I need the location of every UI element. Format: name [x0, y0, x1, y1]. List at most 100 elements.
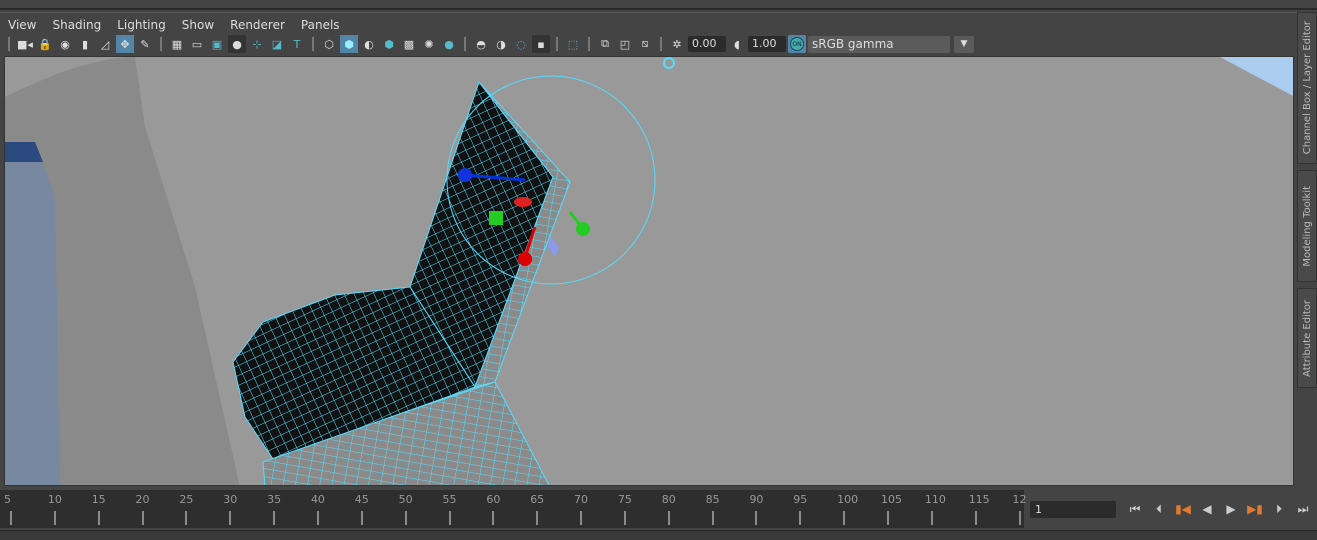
default-material-icon[interactable]: ◐	[360, 35, 378, 53]
toolbar-divider	[588, 37, 590, 51]
color-management-toggle[interactable]: ON	[788, 35, 806, 53]
scene-render	[5, 57, 1293, 485]
film-gate-icon[interactable]: ▭	[188, 35, 206, 53]
exposure-icon[interactable]: ✲	[668, 35, 686, 53]
xray-joints-icon[interactable]: ⧉	[596, 35, 614, 53]
panel-menubar: View Shading Lighting Show Renderer Pane…	[0, 16, 348, 34]
timeline-tick-label: 70	[574, 493, 589, 506]
timeline-tick	[843, 511, 846, 525]
xray-active-icon[interactable]: ◰	[616, 35, 634, 53]
timeline-tick-label: 110	[924, 493, 946, 506]
timeline-tick-label: 95	[793, 493, 808, 506]
use-all-lights-icon[interactable]: ✺	[420, 35, 438, 53]
motion-blur-icon[interactable]: ◑	[492, 35, 510, 53]
chevron-down-icon[interactable]: ▼	[954, 35, 974, 53]
gamma-field[interactable]: 1.00	[748, 36, 786, 52]
menu-lighting[interactable]: Lighting	[109, 16, 174, 34]
timeline-tick	[755, 511, 758, 525]
smooth-shade-icon[interactable]: ⬢	[340, 35, 358, 53]
menu-shading[interactable]: Shading	[44, 16, 109, 34]
menu-show[interactable]: Show	[174, 16, 222, 34]
step-back-frame-icon[interactable]: ⏴	[1150, 500, 1168, 518]
step-forward-key-icon[interactable]: ▶▮	[1246, 500, 1264, 518]
view-transform-dropdown[interactable]: sRGB gamma	[808, 35, 950, 53]
timeline-tick-label: 40	[310, 493, 325, 506]
grease-pencil-icon[interactable]: ✎	[136, 35, 154, 53]
timeline-tick-label: 12	[1012, 493, 1027, 506]
timeline-tick	[273, 511, 276, 525]
field-chart-icon[interactable]: ⊹	[248, 35, 266, 53]
time-slider[interactable]: 5 10 15 20 25 30 35 40 45 50 55 60 65 70 75 80 85 90 95 100…	[0, 490, 1027, 528]
timeline-tick	[667, 511, 670, 525]
toolbar-divider	[464, 37, 466, 51]
tab-attribute-editor[interactable]: Attribute Editor	[1297, 288, 1317, 388]
corner-plane	[1220, 57, 1293, 96]
play-forwards-icon[interactable]: ▶	[1222, 500, 1240, 518]
tab-modeling-toolkit[interactable]: Modeling Toolkit	[1297, 170, 1317, 282]
exposure-field[interactable]: 0.00	[688, 36, 726, 52]
toolbar-divider	[556, 37, 558, 51]
pivot-icon	[663, 57, 675, 69]
camera-attributes-icon[interactable]: ◉	[56, 35, 74, 53]
play-backwards-icon[interactable]: ◀	[1198, 500, 1216, 518]
timeline-tick	[623, 511, 626, 525]
gate-mask-icon[interactable]: ●	[228, 35, 246, 53]
shadows-icon[interactable]: ●	[440, 35, 458, 53]
select-camera-icon[interactable]: ■◂	[16, 35, 34, 53]
timeline-tick	[360, 511, 363, 525]
timeline-tick	[229, 511, 232, 525]
xz-plane-handle	[489, 211, 503, 225]
backface-culling-icon[interactable]: ⧅	[636, 35, 654, 53]
timeline-tick	[974, 511, 977, 525]
screen-space-ao-icon[interactable]: ◓	[472, 35, 490, 53]
image-plane-icon[interactable]: ◿	[96, 35, 114, 53]
timeline-tick-label: 85	[705, 493, 720, 506]
isolate-select-icon[interactable]: ⬚	[564, 35, 582, 53]
timeline-tick	[799, 511, 802, 525]
toolbar-divider	[660, 37, 662, 51]
timeline-tick-label: 10	[47, 493, 62, 506]
timeline-tick-label: 25	[179, 493, 194, 506]
step-back-key-icon[interactable]: ▮◀	[1174, 500, 1192, 518]
go-to-end-icon[interactable]: ⏭	[1294, 500, 1312, 518]
timeline-tick	[930, 511, 933, 525]
timeline-tick-label: 60	[486, 493, 501, 506]
timeline-tick	[1018, 511, 1021, 525]
timeline-tick-label: 35	[267, 493, 282, 506]
timeline-tick-label: 90	[749, 493, 764, 506]
multisample-aa-icon[interactable]: ◌	[512, 35, 530, 53]
timeline-tick-label: 80	[661, 493, 676, 506]
x-axis-handle	[518, 252, 532, 266]
background-panel	[5, 142, 60, 485]
menu-panels[interactable]: Panels	[293, 16, 348, 34]
safe-action-icon[interactable]: ◪	[268, 35, 286, 53]
timeline-tick	[185, 511, 188, 525]
resolution-gate-icon[interactable]: ▣	[208, 35, 226, 53]
grid-icon[interactable]: ▦	[168, 35, 186, 53]
depth-of-field-icon[interactable]: ▪	[532, 35, 550, 53]
menu-renderer[interactable]: Renderer	[222, 16, 293, 34]
3d-viewport[interactable]	[4, 56, 1294, 486]
current-frame-field[interactable]: 1	[1030, 501, 1116, 518]
safe-title-icon[interactable]: T	[288, 35, 306, 53]
tab-channel-box[interactable]: Channel Box / Layer Editor	[1297, 12, 1317, 164]
xray-icon[interactable]: ▩	[400, 35, 418, 53]
timeline-tick	[404, 511, 407, 525]
timeline-tick	[141, 511, 144, 525]
timeline-tick-label: 45	[354, 493, 369, 506]
timeline-tick-label: 5	[4, 493, 11, 506]
panel-toolbar: ■◂ 🔒 ◉ ▮ ◿ ✥ ✎ ▦ ▭ ▣ ● ⊹ ◪ T ⬡ ⬢ ◐ ⬢ ▩ ✺…	[4, 34, 974, 54]
timeline-tick	[887, 511, 889, 525]
2d-pan-zoom-icon[interactable]: ✥	[116, 35, 134, 53]
wireframe-icon[interactable]: ⬡	[320, 35, 338, 53]
gamma-icon[interactable]: ◖	[728, 35, 746, 53]
bookmark-icon[interactable]: ▮	[76, 35, 94, 53]
go-to-start-icon[interactable]: ⏮	[1126, 500, 1144, 518]
wireframe-on-shaded-icon[interactable]: ⬢	[380, 35, 398, 53]
toolbar-divider	[312, 37, 314, 51]
timeline-tick-label: 75	[617, 493, 632, 506]
step-forward-frame-icon[interactable]: ⏵	[1270, 500, 1288, 518]
timeline-tick-label: 20	[135, 493, 150, 506]
lock-camera-icon[interactable]: 🔒	[36, 35, 54, 53]
menu-view[interactable]: View	[0, 16, 44, 34]
